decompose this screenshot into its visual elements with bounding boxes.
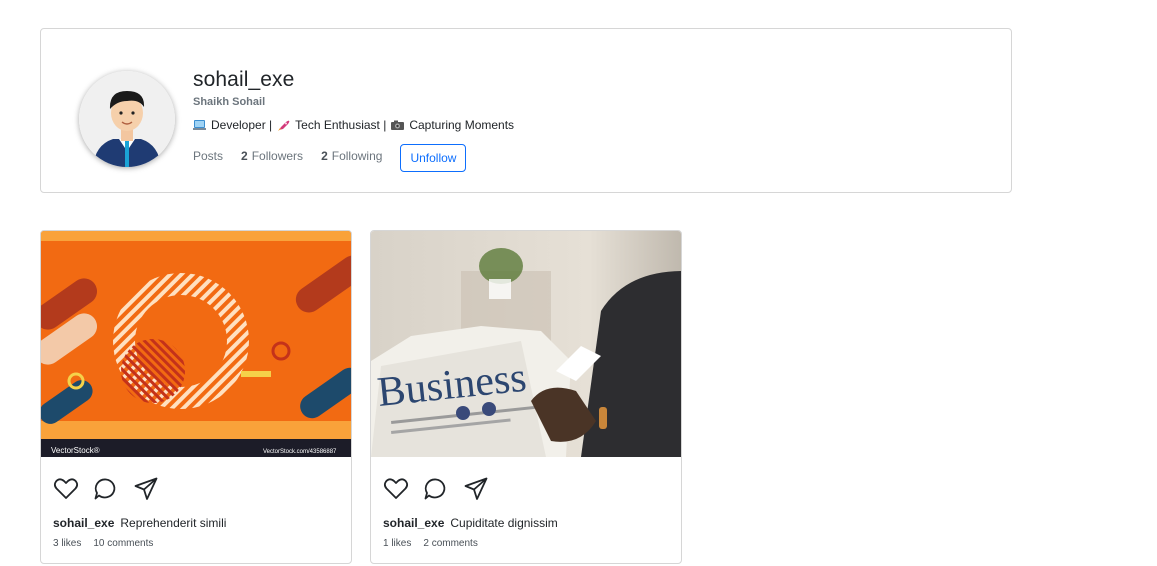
- watermark-left: VectorStock®: [51, 446, 100, 455]
- post-comments[interactable]: 10 comments: [93, 538, 153, 549]
- avatar: [79, 71, 175, 167]
- comment-icon[interactable]: [423, 476, 449, 502]
- post-image[interactable]: Business: [371, 231, 681, 457]
- profile-info: sohail_exe Shaikh Sohail Developer | Tec…: [193, 67, 514, 172]
- profile-stats: Posts 2 Followers 2 Following Unfollow: [193, 142, 514, 172]
- posts-label: Posts: [193, 149, 224, 163]
- post-image-newspaper-photo: Business: [371, 231, 681, 457]
- followers-stat[interactable]: 2 Followers: [241, 149, 303, 163]
- heart-icon[interactable]: [383, 476, 409, 502]
- avatar-illustration: [79, 71, 175, 167]
- profile-bio: Developer | Tech Enthusiast | Capturing …: [193, 118, 514, 132]
- posts-stat[interactable]: Posts: [193, 149, 223, 163]
- send-icon[interactable]: [463, 476, 489, 502]
- post-actions: [383, 476, 489, 502]
- comment-icon[interactable]: [93, 476, 119, 502]
- bio-part-tech-enthusiast: Tech Enthusiast |: [295, 118, 387, 132]
- post-likes[interactable]: 3 likes: [53, 538, 81, 549]
- followers-count: 2: [241, 149, 248, 163]
- post-image[interactable]: VectorStock® VectorStock.com/43586887: [41, 231, 351, 457]
- post-caption-text: Cupiditate dignissim: [450, 516, 558, 530]
- rocket-emoji-icon: [278, 120, 290, 131]
- watermark-right: VectorStock.com/43586887: [263, 449, 337, 455]
- bio-part-developer: Developer |: [211, 118, 273, 132]
- camera-emoji-icon: [391, 120, 405, 130]
- heart-icon[interactable]: [53, 476, 79, 502]
- unfollow-button[interactable]: Unfollow: [400, 144, 467, 172]
- post-card: Business sohail_exe Cupiditate dignissim …: [370, 230, 682, 564]
- profile-username: sohail_exe: [193, 68, 295, 91]
- post-username[interactable]: sohail_exe: [383, 516, 444, 530]
- profile-header-card: sohail_exe Shaikh Sohail Developer | Tec…: [40, 28, 1012, 193]
- laptop-emoji-icon: [193, 119, 206, 130]
- followers-label: Followers: [251, 149, 304, 163]
- post-comments[interactable]: 2 comments: [423, 538, 477, 549]
- post-image-abstract-art: VectorStock® VectorStock.com/43586887: [41, 231, 351, 457]
- profile-full-name: Shaikh Sohail: [193, 96, 266, 108]
- following-stat[interactable]: 2 Following: [321, 149, 382, 163]
- post-caption: sohail_exe Reprehenderit simili: [53, 516, 226, 530]
- post-card: VectorStock® VectorStock.com/43586887 so…: [40, 230, 352, 564]
- post-actions: [53, 476, 159, 502]
- send-icon[interactable]: [133, 476, 159, 502]
- post-username[interactable]: sohail_exe: [53, 516, 114, 530]
- post-caption-text: Reprehenderit simili: [120, 516, 227, 530]
- post-meta: 3 likes 10 comments: [53, 538, 153, 549]
- post-caption: sohail_exe Cupiditate dignissim: [383, 516, 558, 530]
- following-label: Following: [331, 149, 383, 163]
- bio-part-capturing-moments: Capturing Moments: [409, 118, 515, 132]
- post-meta: 1 likes 2 comments: [383, 538, 478, 549]
- post-likes[interactable]: 1 likes: [383, 538, 411, 549]
- following-count: 2: [321, 149, 328, 163]
